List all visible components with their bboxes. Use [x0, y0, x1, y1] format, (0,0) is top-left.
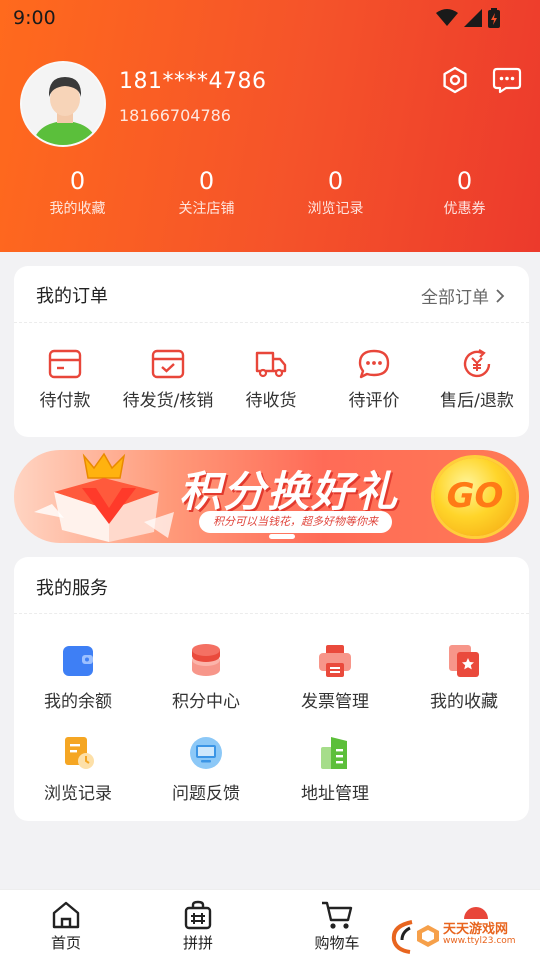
stat-favorites[interactable]: 0 我的收藏	[13, 166, 142, 218]
status-time: 9:00	[13, 7, 56, 29]
divider	[14, 322, 529, 323]
all-orders-link[interactable]: 全部订单	[421, 283, 505, 308]
order-label: 待评价	[348, 391, 400, 411]
banner-go-label: GO	[446, 476, 504, 516]
stat-history[interactable]: 0 浏览记录	[271, 166, 400, 218]
tab-label: 首页	[50, 934, 81, 952]
order-label: 待付款	[39, 391, 91, 411]
points-banner[interactable]: 积分换好礼 积分可以当钱花，超多好物等你来 GO	[14, 450, 529, 543]
service-label: 发票管理	[301, 692, 369, 712]
watermark-url: www.ttyl23.com	[443, 936, 516, 946]
order-pending-shipment[interactable]: 待发货/核销	[113, 348, 223, 411]
stat-value: 0	[327, 167, 344, 195]
phone-number: 18166704786	[119, 106, 231, 125]
stat-label: 浏览记录	[307, 201, 364, 217]
service-label: 地址管理	[301, 784, 369, 804]
order-pending-review[interactable]: 待评价	[319, 348, 429, 411]
tab-home[interactable]: 首页	[16, 900, 116, 953]
banner-title: 积分换好礼	[179, 467, 400, 516]
avatar[interactable]	[20, 61, 106, 147]
gift-box-illustration	[34, 452, 174, 542]
group-buy-icon	[184, 900, 212, 930]
service-address[interactable]: 地址管理	[271, 735, 399, 804]
truck-icon	[255, 351, 287, 378]
calendar-check-icon	[151, 349, 185, 379]
invoice-icon	[319, 645, 351, 677]
watermark: 天天游戏网 www.ttyl23.com	[391, 916, 535, 956]
stat-followed-shops[interactable]: 0 关注店铺	[142, 166, 271, 218]
orders-title: 我的订单	[36, 286, 108, 307]
comment-icon	[358, 349, 390, 379]
service-feedback[interactable]: 问题反馈	[142, 735, 270, 804]
watermark-arc	[391, 920, 413, 954]
service-label: 我的余额	[44, 692, 112, 712]
order-label: 待发货/核销	[122, 391, 214, 411]
watermark-logo-icon	[417, 925, 439, 947]
order-label: 待收货	[245, 391, 297, 411]
banner-subtitle: 积分可以当钱花，超多好物等你来	[199, 511, 392, 533]
wifi-icon	[436, 9, 458, 26]
chevron-right-icon	[496, 288, 505, 303]
home-icon	[52, 901, 80, 929]
order-pending-payment[interactable]: 待付款	[10, 348, 120, 411]
service-favorites[interactable]: 我的收藏	[400, 643, 528, 712]
orders-card: 我的订单 全部订单 待付款 待发货/核销 待收货 待评价 售后/退款	[14, 266, 529, 437]
status-icons	[436, 8, 500, 28]
balance-icon	[63, 646, 93, 676]
service-invoice[interactable]: 发票管理	[271, 643, 399, 712]
stat-value: 0	[198, 167, 215, 195]
services-card: 我的服务 我的余额 积分中心 发票管理 我的收藏 浏览记录 问题反馈 地址管理	[14, 557, 529, 821]
service-label: 浏览记录	[44, 784, 112, 804]
services-title: 我的服务	[36, 578, 108, 599]
message-icon[interactable]	[492, 65, 522, 95]
service-points-center[interactable]: 积分中心	[142, 643, 270, 712]
stat-value: 0	[69, 167, 86, 195]
tab-group-buy[interactable]: 拼拼	[148, 900, 248, 953]
tab-cart[interactable]: 购物车	[287, 900, 387, 953]
order-label: 售后/退款	[440, 391, 514, 411]
stat-label: 优惠券	[443, 201, 486, 217]
service-balance[interactable]: 我的余额	[14, 643, 142, 712]
service-label: 我的收藏	[430, 692, 498, 712]
signal-icon	[464, 9, 482, 27]
stat-label: 关注店铺	[178, 201, 235, 217]
service-label: 问题反馈	[172, 784, 240, 804]
order-pending-receipt[interactable]: 待收货	[216, 348, 326, 411]
tab-label: 购物车	[314, 934, 360, 952]
favorite-icon	[449, 645, 479, 677]
tab-label: 拼拼	[182, 934, 213, 952]
order-refund[interactable]: 售后/退款	[422, 348, 532, 411]
order-status-row: 待付款 待发货/核销 待收货 待评价 售后/退款	[14, 348, 529, 428]
all-orders-label: 全部订单	[421, 288, 489, 308]
profile-header: 9:00 181****4786 18166704786 0 我的收藏 0 关注…	[0, 0, 540, 252]
points-icon	[192, 644, 220, 676]
service-history[interactable]: 浏览记录	[14, 735, 142, 804]
stat-value: 0	[456, 167, 473, 195]
banner-go-button[interactable]: GO	[434, 458, 516, 536]
avatar-image	[22, 63, 104, 145]
battery-icon	[488, 8, 500, 28]
service-label: 积分中心	[172, 692, 240, 712]
stat-coupons[interactable]: 0 优惠券	[400, 166, 529, 218]
stats-row: 0 我的收藏 0 关注店铺 0 浏览记录 0 优惠券	[13, 166, 529, 218]
history-icon	[65, 737, 94, 769]
username: 181****4786	[119, 69, 267, 94]
status-bar: 9:00	[0, 0, 540, 36]
cart-icon	[322, 901, 353, 929]
watermark-name: 天天游戏网	[443, 922, 509, 937]
divider	[14, 613, 529, 614]
address-icon	[321, 737, 347, 769]
banner-page-indicator	[269, 534, 295, 539]
refund-icon	[463, 349, 491, 378]
wallet-icon	[48, 349, 82, 379]
settings-icon[interactable]	[440, 65, 470, 95]
stat-label: 我的收藏	[49, 201, 106, 217]
feedback-icon	[190, 737, 222, 769]
